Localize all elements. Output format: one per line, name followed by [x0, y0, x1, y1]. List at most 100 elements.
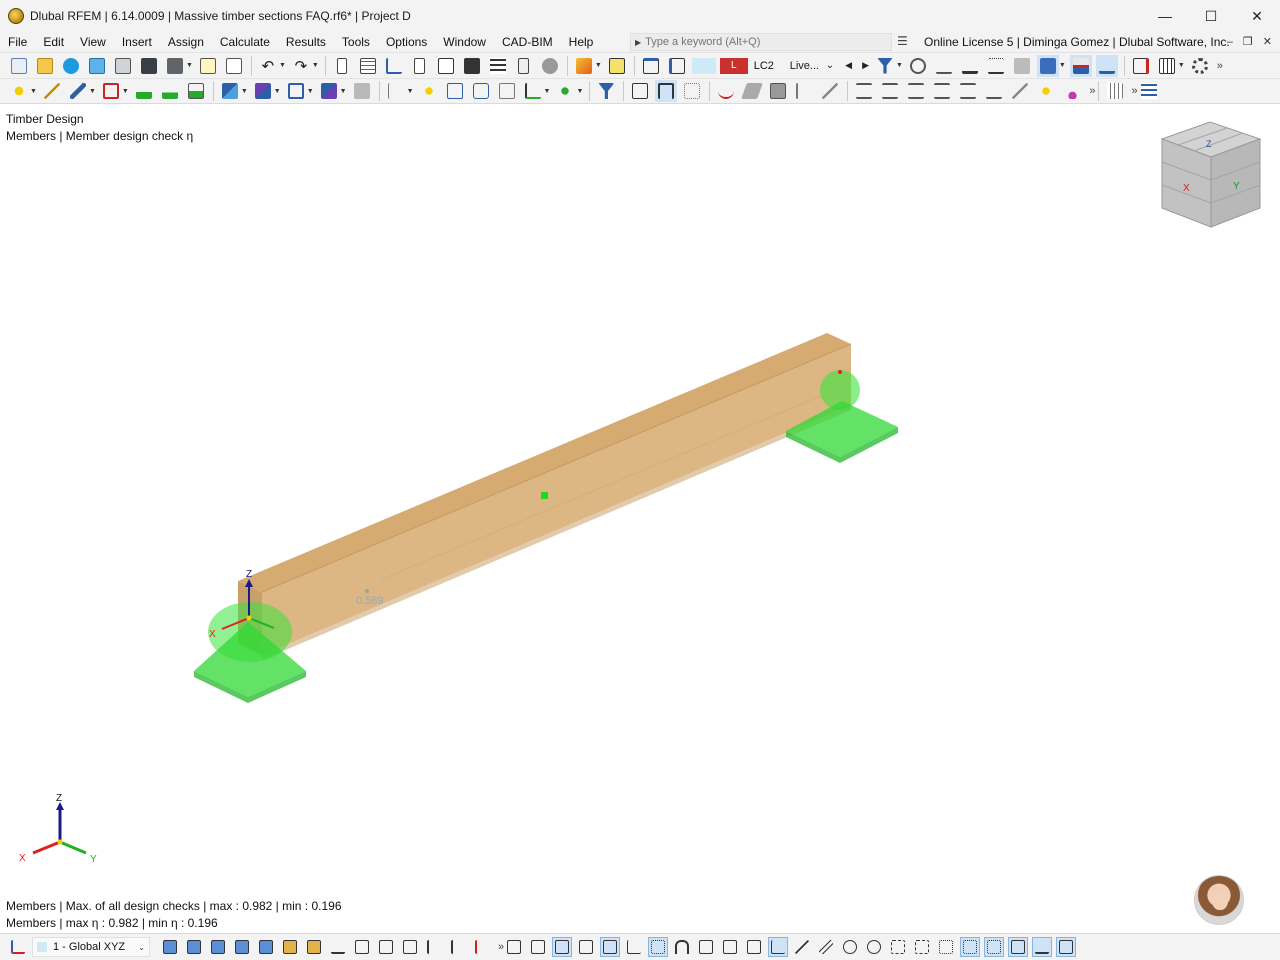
pan-button[interactable]: [376, 937, 396, 957]
new-node-button[interactable]: [8, 80, 30, 102]
plane-button[interactable]: [1008, 937, 1029, 957]
new-line-button[interactable]: [41, 80, 63, 102]
parallel-button[interactable]: [816, 937, 836, 957]
cloud-button[interactable]: [60, 55, 82, 77]
orthogonal-button[interactable]: [768, 937, 789, 957]
view-wireframe-button[interactable]: [681, 80, 703, 102]
view-perspective-button[interactable]: [655, 80, 678, 102]
load-case-manager-button[interactable]: [666, 55, 688, 77]
project-button[interactable]: [1009, 80, 1031, 102]
cross-select-button[interactable]: [720, 937, 740, 957]
close-button[interactable]: ✕: [1234, 0, 1280, 32]
maximize-button[interactable]: ☐: [1188, 0, 1234, 32]
keyword-search-input[interactable]: [645, 36, 876, 48]
load-case-selector[interactable]: L LC2: [691, 56, 784, 76]
deformed-shape-button[interactable]: [715, 80, 737, 102]
node-dropdown-icon[interactable]: ▼: [30, 88, 37, 95]
coordinate-system-select[interactable]: 1 - Global XYZ ⌄: [32, 937, 150, 957]
menu-view[interactable]: View: [72, 32, 114, 52]
dimension-snap-button[interactable]: [472, 937, 492, 957]
view-y-button[interactable]: [208, 937, 228, 957]
magic-wand-button[interactable]: [1035, 80, 1057, 102]
dimension-dropdown-icon[interactable]: ▼: [407, 88, 414, 95]
view-z-button[interactable]: [232, 937, 252, 957]
undo-dropdown-icon[interactable]: ▼: [279, 62, 286, 69]
result-table-button[interactable]: [1156, 55, 1178, 77]
coordinate-system-button[interactable]: [522, 80, 544, 102]
select-button[interactable]: [400, 937, 420, 957]
search-expand-icon[interactable]: ▶: [635, 38, 641, 47]
align-vertical-button[interactable]: [879, 80, 901, 102]
intersection-button[interactable]: [888, 937, 908, 957]
deselect-button[interactable]: [744, 937, 764, 957]
assistant-avatar[interactable]: [1194, 875, 1244, 925]
redo-button[interactable]: ↷: [290, 55, 312, 77]
snap-button[interactable]: [554, 80, 576, 102]
dimension-angular-button[interactable]: [470, 80, 492, 102]
line-mode-button[interactable]: [792, 937, 812, 957]
document-minimize-button[interactable]: –: [1227, 32, 1233, 52]
beam-top-face[interactable]: [238, 333, 851, 592]
status-tools-button[interactable]: [8, 937, 28, 957]
webservice-button[interactable]: [86, 55, 108, 77]
menu-calculate[interactable]: Calculate: [212, 32, 278, 52]
guideline-button[interactable]: [984, 937, 1005, 957]
snap-point-button[interactable]: [552, 937, 573, 957]
extension-button[interactable]: [912, 937, 932, 957]
show-section-button[interactable]: [1011, 55, 1033, 77]
view-iso-button[interactable]: [160, 937, 180, 957]
member-dropdown-icon[interactable]: ▼: [89, 88, 96, 95]
origin-node[interactable]: [246, 615, 252, 621]
solid-button[interactable]: [351, 80, 373, 102]
model-viewport[interactable]: Timber Design Members | Member design ch…: [0, 105, 1280, 932]
axis-lock-button[interactable]: [1032, 937, 1053, 957]
script-button[interactable]: [461, 55, 483, 77]
result-table-dropdown-icon[interactable]: ▼: [1178, 62, 1185, 69]
reaction-result-button[interactable]: [793, 80, 815, 102]
pin-button[interactable]: [1061, 80, 1083, 102]
navigator-button[interactable]: [331, 55, 353, 77]
dimension-linear-button[interactable]: [444, 80, 466, 102]
tangent-button[interactable]: [840, 937, 860, 957]
result-display-dropdown-icon[interactable]: ▼: [595, 62, 602, 69]
isolines-button[interactable]: [1069, 54, 1092, 77]
magnet-button[interactable]: [672, 937, 692, 957]
dimension-arc-button[interactable]: [496, 80, 518, 102]
layer-manager-button[interactable]: [1138, 80, 1160, 102]
redo-dropdown-icon[interactable]: ▼: [312, 62, 319, 69]
search-options-icon[interactable]: ☰: [897, 34, 913, 50]
show-deformation-button[interactable]: [907, 55, 929, 77]
surface-support-button[interactable]: [185, 80, 207, 102]
new-surface-button[interactable]: [100, 80, 122, 102]
rotate-button[interactable]: [957, 80, 979, 102]
view-front-button[interactable]: [629, 80, 651, 102]
surface-load-button[interactable]: [285, 80, 307, 102]
layers-button[interactable]: [487, 55, 509, 77]
mirror-button[interactable]: [931, 80, 953, 102]
visibility-filter-button[interactable]: [595, 80, 617, 102]
guide-object-button[interactable]: [418, 80, 440, 102]
surface-dropdown-icon[interactable]: ▼: [122, 88, 129, 95]
display-mode-button[interactable]: [1036, 54, 1059, 77]
surface-load-dropdown-icon[interactable]: ▼: [307, 88, 314, 95]
menu-cad-bim[interactable]: CAD-BIM: [494, 32, 561, 52]
section-button[interactable]: [383, 55, 405, 77]
member-load-button[interactable]: [252, 80, 274, 102]
nodal-load-button[interactable]: [219, 80, 241, 102]
snap-object-button[interactable]: [528, 937, 548, 957]
view-x-button[interactable]: [184, 937, 204, 957]
nodal-support-button[interactable]: [133, 80, 155, 102]
rectangle-select-button[interactable]: [696, 937, 716, 957]
beam-front-face[interactable]: [262, 344, 851, 655]
render-button[interactable]: [539, 55, 561, 77]
grid-display-button[interactable]: [960, 937, 981, 957]
menu-edit[interactable]: Edit: [35, 32, 72, 52]
menu-assign[interactable]: Assign: [160, 32, 212, 52]
values-button[interactable]: [606, 55, 628, 77]
member-midpoint-marker[interactable]: [541, 492, 548, 499]
minimize-button[interactable]: —: [1142, 0, 1188, 32]
print-preview-button[interactable]: [112, 55, 134, 77]
right-node-marker[interactable]: [838, 370, 842, 374]
settings-button[interactable]: [1189, 55, 1211, 77]
model-canvas[interactable]: 0.589 Z X X Y Z Z X Y: [0, 105, 1280, 932]
